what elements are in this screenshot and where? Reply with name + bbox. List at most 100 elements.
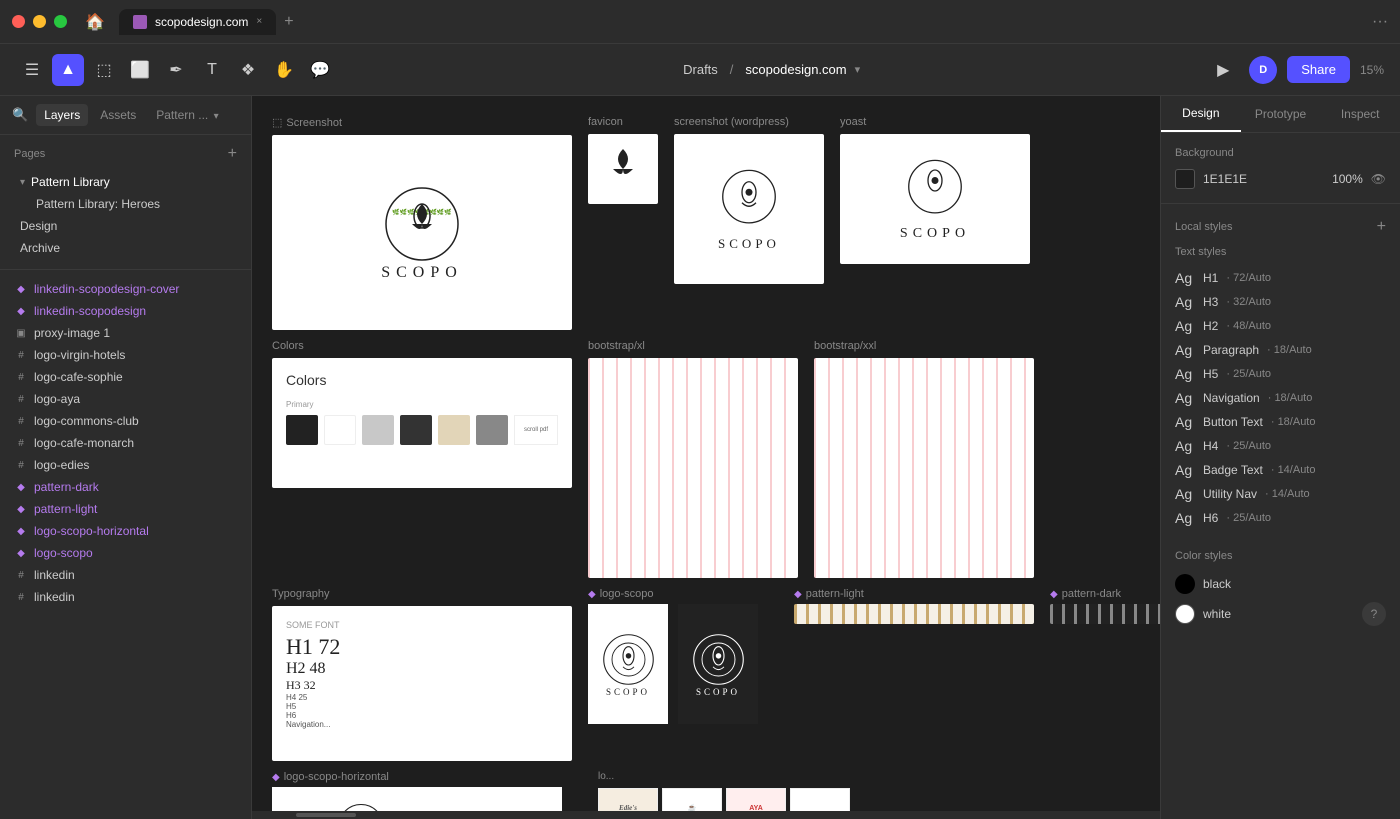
drafts-link[interactable]: Drafts (683, 62, 718, 77)
pattern-dark-frame[interactable] (1050, 604, 1160, 624)
color-style-black[interactable]: black (1175, 570, 1386, 598)
minimize-button[interactable] (33, 15, 46, 28)
style-badge-text[interactable]: Ag Badge Text · 14/Auto (1175, 458, 1386, 482)
new-tab-button[interactable]: + (284, 13, 293, 31)
share-button[interactable]: Share (1287, 56, 1350, 83)
style-h3-name: H3 (1203, 295, 1218, 309)
help-button[interactable]: ? (1362, 602, 1386, 626)
pattern-light-frame[interactable] (794, 604, 1034, 624)
typo-h3: H3 32 (286, 678, 558, 693)
layer-linkedin-2[interactable]: # linkedin (0, 586, 251, 608)
page-item-pattern-library[interactable]: ▾ Pattern Library (14, 171, 237, 193)
layer-logo-cafe-monarch[interactable]: # logo-cafe-monarch (0, 432, 251, 454)
style-utility-size: · 14/Auto (1265, 488, 1310, 500)
bootstrap-xl-frame[interactable] (588, 358, 798, 578)
right-panel-tabs: Design Prototype Inspect (1161, 96, 1400, 133)
add-style-button[interactable]: + (1377, 218, 1386, 236)
tab-assets[interactable]: Assets (92, 104, 144, 126)
style-navigation[interactable]: Ag Navigation · 18/Auto (1175, 386, 1386, 410)
style-h6[interactable]: Ag H6 · 25/Auto (1175, 506, 1386, 530)
style-h4-name: H4 (1203, 439, 1218, 453)
pen-tool[interactable]: ✒ (160, 54, 192, 86)
bg-color-swatch[interactable] (1175, 169, 1195, 189)
tab-layers[interactable]: Layers (36, 104, 88, 126)
style-h3[interactable]: Ag H3 · 32/Auto (1175, 290, 1386, 314)
favicon-frame[interactable] (588, 134, 658, 204)
search-icon[interactable]: 🔍 (12, 107, 28, 123)
page-item-heroes[interactable]: Pattern Library: Heroes (14, 193, 237, 215)
yoast-frame[interactable]: SCOPO (840, 134, 1030, 264)
component-diamond-icon: ◆ (588, 589, 596, 600)
shape-tool[interactable]: ⬜ (124, 54, 156, 86)
tab-pattern[interactable]: Pattern ... ▾ (148, 104, 226, 126)
current-file-name[interactable]: scopodesign.com (745, 62, 846, 77)
horizontal-scrollbar[interactable] (252, 811, 1160, 819)
canvas[interactable]: ⬚ Screenshot 🌿🌿🌿🌿🌿🌿🌿🌿 (252, 96, 1160, 819)
screenshot-frame[interactable]: 🌿🌿🌿🌿🌿🌿🌿🌿 SCOPO (272, 135, 572, 330)
scrollbar-thumb[interactable] (296, 813, 356, 817)
avatar[interactable]: D (1249, 56, 1277, 84)
layer-logo-virgin[interactable]: # logo-virgin-hotels (0, 344, 251, 366)
colors-frame[interactable]: Colors Primary scroll pdf (272, 358, 572, 488)
layer-logo-cafe-sophie[interactable]: # logo-cafe-sophie (0, 366, 251, 388)
frame-tool[interactable]: ⬚ (88, 54, 120, 86)
play-button[interactable]: ▶ (1207, 54, 1239, 86)
layer-logo-commons[interactable]: # logo-commons-club (0, 410, 251, 432)
tab-design[interactable]: Design (1161, 96, 1241, 132)
style-button-text[interactable]: Ag Button Text · 18/Auto (1175, 410, 1386, 434)
colors-label: Colors (272, 340, 572, 352)
style-nav-name: Navigation (1203, 391, 1260, 405)
layer-logo-edies[interactable]: # logo-edies (0, 454, 251, 476)
close-button[interactable] (12, 15, 25, 28)
layer-proxy-image[interactable]: ▣ proxy-image 1 (0, 322, 251, 344)
visibility-toggle[interactable]: 👁 (1371, 172, 1386, 186)
layer-logo-aya[interactable]: # logo-aya (0, 388, 251, 410)
add-page-button[interactable]: + (228, 145, 237, 163)
hash-icon: # (14, 436, 28, 450)
style-paragraph[interactable]: Ag Paragraph · 18/Auto (1175, 338, 1386, 362)
comment-tool[interactable]: 💬 (304, 54, 336, 86)
breadcrumb-chevron-icon[interactable]: ▾ (855, 63, 861, 76)
layer-pattern-dark[interactable]: ◆ pattern-dark (0, 476, 251, 498)
layer-logo-scopo-horizontal[interactable]: ◆ logo-scopo-horizontal (0, 520, 251, 542)
titlebar-menu-icon[interactable]: ··· (1372, 13, 1388, 31)
typography-frame[interactable]: SOME FONT H1 72 H2 48 H3 32 H4 25 H5 H6 … (272, 606, 572, 761)
color-style-white[interactable]: white ? (1175, 598, 1386, 630)
layer-pattern-light[interactable]: ◆ pattern-light (0, 498, 251, 520)
style-ag-icon: Ag (1175, 294, 1195, 310)
layer-logo-scopo[interactable]: ◆ logo-scopo (0, 542, 251, 564)
layer-linkedin-scopo[interactable]: ◆ linkedin-scopodesign (0, 300, 251, 322)
zoom-level[interactable]: 15% (1360, 63, 1384, 77)
text-tool[interactable]: T (196, 54, 228, 86)
page-item-archive[interactable]: Archive (14, 237, 237, 259)
screenshot-wp-frame[interactable]: SCOPO (674, 134, 824, 284)
component-tool[interactable]: ❖ (232, 54, 264, 86)
tab-prototype[interactable]: Prototype (1241, 97, 1321, 131)
colors-primary-label: Primary (286, 400, 558, 409)
menu-button[interactable]: ☰ (16, 54, 48, 86)
hand-tool[interactable]: ✋ (268, 54, 300, 86)
tab-close-icon[interactable]: × (256, 16, 262, 27)
logo-scopo-variants: SCOPO SCOPO (588, 604, 758, 724)
bootstrap-xxl-frame[interactable] (814, 358, 1034, 578)
canvas-row-2: Colors Colors Primary scroll pdf (272, 340, 1140, 578)
style-h1[interactable]: Ag H1 · 72/Auto (1175, 266, 1386, 290)
layer-linkedin-1[interactable]: # linkedin (0, 564, 251, 586)
maximize-button[interactable] (54, 15, 67, 28)
bootstrap-xl-label: bootstrap/xl (588, 340, 798, 352)
active-tab[interactable]: scopodesign.com × (119, 9, 276, 35)
logo-dark-variant[interactable]: SCOPO (588, 604, 668, 724)
logo-light-variant[interactable]: SCOPO (678, 604, 758, 724)
style-ag-icon: Ag (1175, 318, 1195, 334)
home-button[interactable]: 🏠 (79, 6, 111, 38)
style-h2[interactable]: Ag H2 · 48/Auto (1175, 314, 1386, 338)
page-item-design[interactable]: Design (14, 215, 237, 237)
move-tool[interactable]: ▲ (52, 54, 84, 86)
style-h4[interactable]: Ag H4 · 25/Auto (1175, 434, 1386, 458)
tab-inspect[interactable]: Inspect (1320, 97, 1400, 131)
screenshot-frame-wrapper: ⬚ Screenshot 🌿🌿🌿🌿🌿🌿🌿🌿 (272, 116, 572, 330)
style-h5[interactable]: Ag H5 · 25/Auto (1175, 362, 1386, 386)
layer-linkedin-cover[interactable]: ◆ linkedin-scopodesign-cover (0, 278, 251, 300)
chevron-down-icon: ▾ (214, 111, 219, 122)
style-utility-nav[interactable]: Ag Utility Nav · 14/Auto (1175, 482, 1386, 506)
